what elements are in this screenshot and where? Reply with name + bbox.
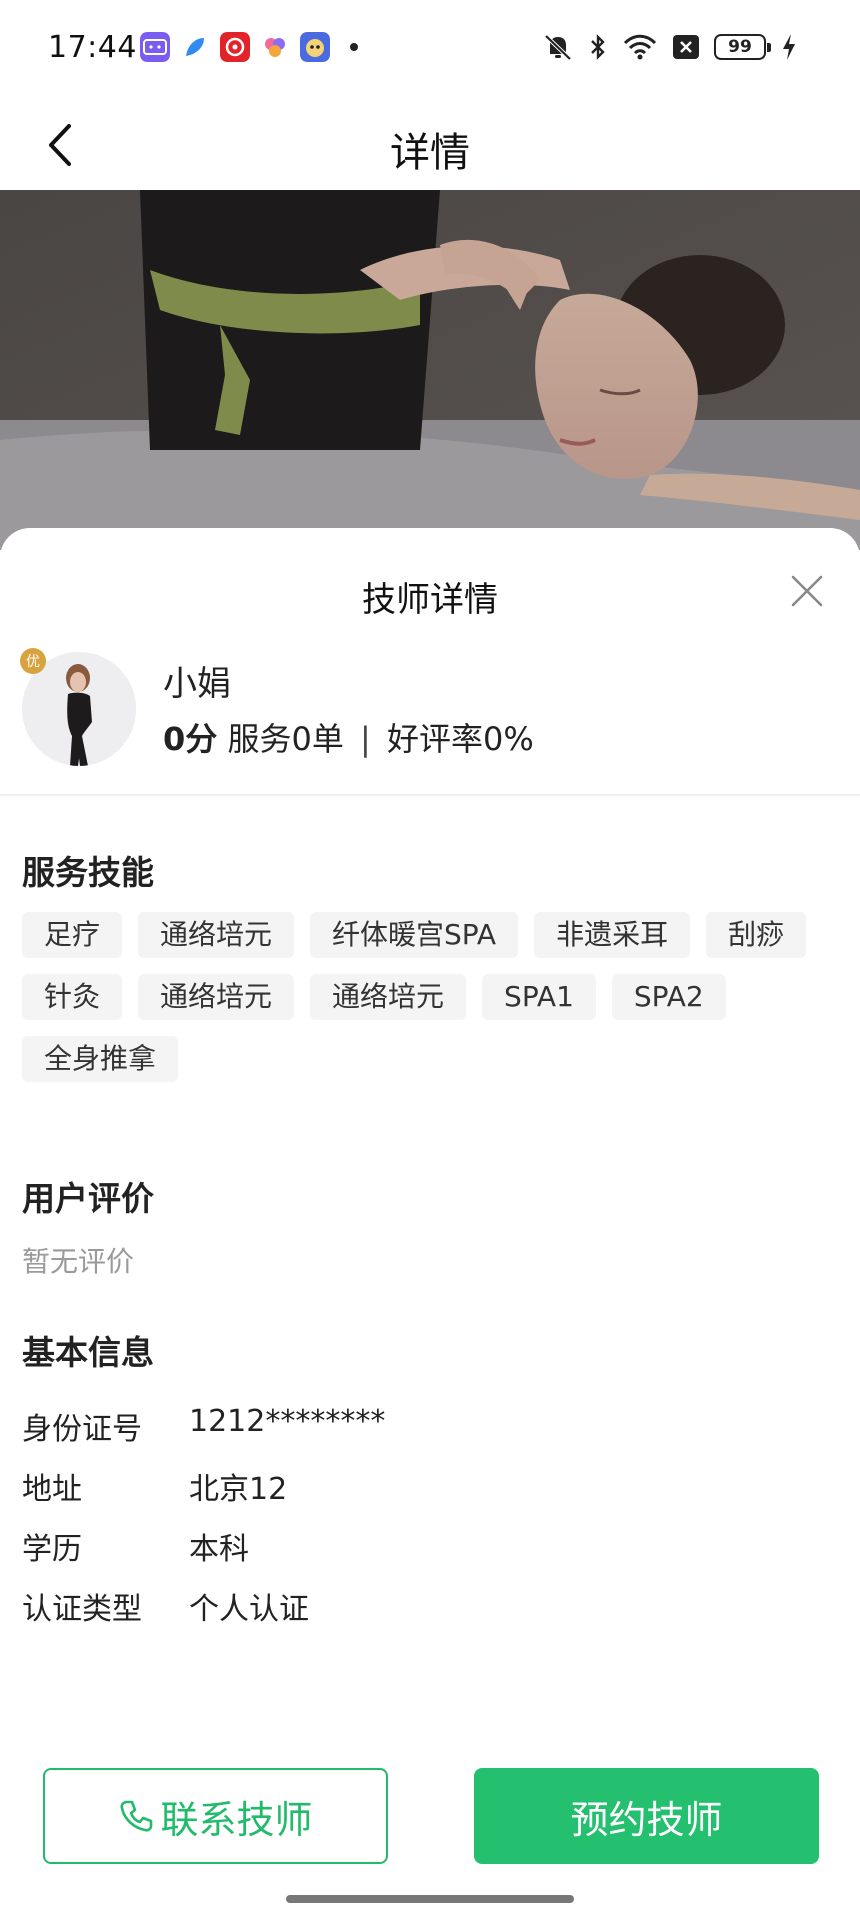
divider bbox=[0, 794, 860, 796]
status-bar: 17:44 99 bbox=[0, 0, 860, 100]
bluetooth-icon bbox=[591, 34, 605, 60]
skill-tag: SPA1 bbox=[482, 974, 596, 1020]
skill-tag: 非遗采耳 bbox=[534, 912, 691, 958]
book-technician-button[interactable]: 预约技师 bbox=[474, 1768, 819, 1864]
more-notifications-dot bbox=[350, 43, 358, 51]
technician-stats: 0分 服务0单 | 好评率0% bbox=[163, 714, 534, 760]
mute-icon bbox=[544, 34, 572, 61]
stats-separator: | bbox=[360, 720, 371, 758]
skill-tag: 通络培元 bbox=[138, 974, 295, 1020]
notification-app-icons bbox=[140, 32, 358, 62]
info-label: 学历 bbox=[22, 1532, 82, 1567]
close-box-icon bbox=[673, 35, 699, 59]
skill-tag: 全身推拿 bbox=[22, 1036, 179, 1082]
technician-score: 0分 bbox=[163, 720, 218, 758]
info-row-id: 身份证号 1212******** bbox=[22, 1404, 385, 1448]
status-time: 17:44 bbox=[48, 30, 137, 65]
flower-app-icon bbox=[265, 38, 285, 57]
badge: 优 bbox=[20, 648, 46, 674]
skill-tag: 通络培元 bbox=[310, 974, 467, 1020]
info-value: 个人认证 bbox=[189, 1592, 309, 1627]
technician-rating: 好评率0% bbox=[386, 720, 534, 758]
info-label: 身份证号 bbox=[22, 1412, 142, 1447]
technician-profile: 优 小娟 0分 服务0单 | 好评率0% bbox=[20, 648, 842, 782]
info-value: 1212******** bbox=[189, 1404, 386, 1439]
info-value: 北京12 bbox=[189, 1472, 288, 1507]
home-indicator[interactable] bbox=[286, 1895, 574, 1903]
reviews-section-title: 用户评价 bbox=[22, 1179, 154, 1218]
battery-icon: 99 bbox=[714, 34, 771, 60]
info-row-address: 地址 北京12 bbox=[22, 1464, 287, 1508]
skill-tag: 针灸 bbox=[22, 974, 123, 1020]
wifi-icon bbox=[623, 34, 657, 60]
skill-tag: 通络培元 bbox=[138, 912, 295, 958]
empty-reviews-text: 暂无评价 bbox=[22, 1245, 135, 1278]
feather-app-icon bbox=[186, 38, 204, 56]
contact-button-label: 联系技师 bbox=[160, 1797, 313, 1842]
close-button[interactable] bbox=[784, 568, 830, 614]
info-row-education: 学历 本科 bbox=[22, 1524, 249, 1568]
technician-detail-sheet: 技师详情 优 小娟 0分 服务0单 | 好评率0% 服务技能 足疗 通络培元 纤体暖… bbox=[0, 528, 860, 1920]
basic-info-section-title: 基本信息 bbox=[22, 1333, 154, 1372]
sheet-title: 技师详情 bbox=[362, 580, 498, 620]
skill-tag: SPA2 bbox=[611, 974, 726, 1020]
info-label: 地址 bbox=[22, 1472, 82, 1507]
technician-orders: 服务0单 bbox=[227, 720, 344, 758]
skills-tag-list: 足疗 通络培元 纤体暖宫SPA 非遗采耳 刮痧 针灸 通络培元 通络培元 SPA1 SPA2 全身推… bbox=[22, 912, 842, 1082]
battery-level: 99 bbox=[728, 37, 752, 57]
info-label: 认证类型 bbox=[22, 1592, 142, 1627]
book-button-label: 预约技师 bbox=[570, 1797, 723, 1842]
bilibili-app-icon bbox=[140, 32, 170, 62]
game-app-icon bbox=[300, 32, 330, 62]
info-row-certification: 认证类型 个人认证 bbox=[22, 1584, 309, 1628]
skill-tag: 纤体暖宫SPA bbox=[310, 912, 519, 958]
contact-technician-button[interactable]: 联系技师 bbox=[43, 1768, 388, 1864]
charging-icon bbox=[783, 34, 795, 60]
hero-image bbox=[0, 190, 860, 550]
skill-tag: 刮痧 bbox=[706, 912, 807, 958]
close-icon bbox=[791, 575, 823, 607]
nav-header: 详情 bbox=[0, 100, 860, 190]
phone-icon bbox=[120, 1800, 153, 1832]
skill-tag: 足疗 bbox=[22, 912, 123, 958]
netease-music-app-icon bbox=[220, 32, 250, 62]
technician-name: 小娟 bbox=[163, 664, 231, 704]
page-title: 详情 bbox=[390, 130, 470, 176]
info-value: 本科 bbox=[189, 1532, 249, 1567]
skills-section-title: 服务技能 bbox=[22, 853, 154, 892]
massage-photo bbox=[0, 190, 860, 550]
system-status-icons: 99 bbox=[542, 32, 798, 62]
